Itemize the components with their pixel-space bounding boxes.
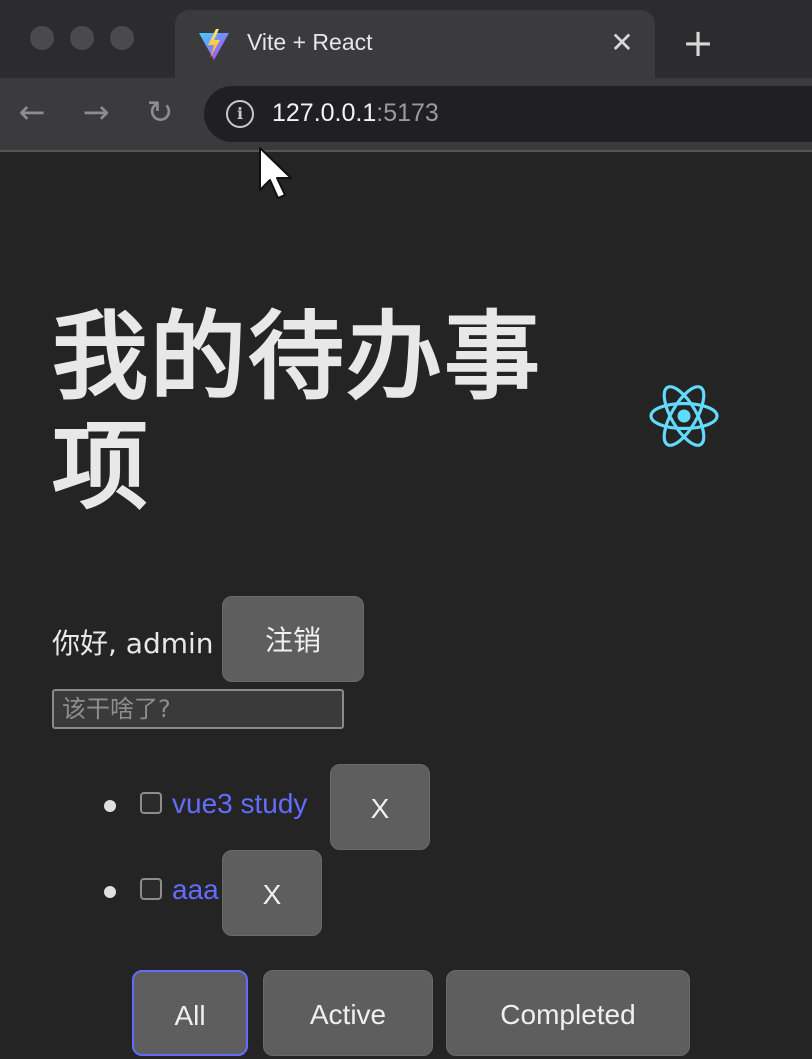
url-port: :5173 (376, 99, 439, 127)
url-text: 127.0.0.1:5173 (272, 99, 439, 128)
browser-titlebar: Vite + React ✕ + (0, 0, 812, 78)
mouse-cursor-icon (259, 147, 292, 199)
filter-active-button[interactable]: Active (263, 970, 433, 1056)
page-title: 我的待办事项 (52, 301, 542, 523)
page-content: 我的待办事项 你好, admin 注销 vue3 study X aaa X A… (0, 152, 812, 1058)
todo-text[interactable]: aaa (172, 874, 219, 906)
window-close-dot[interactable] (30, 26, 54, 50)
info-icon[interactable]: i (226, 100, 254, 128)
delete-todo-button[interactable]: X (222, 850, 322, 936)
reload-icon[interactable]: ↻ (140, 92, 180, 132)
back-arrow-icon[interactable]: ← (12, 92, 52, 132)
react-logo-icon (649, 385, 719, 447)
list-bullet (104, 886, 116, 898)
todo-checkbox[interactable] (140, 792, 162, 814)
logout-button[interactable]: 注销 (222, 596, 364, 682)
window-zoom-dot[interactable] (110, 26, 134, 50)
browser-tab[interactable]: Vite + React ✕ (175, 10, 655, 78)
todo-item: aaa X (0, 850, 812, 936)
plus-icon[interactable]: + (680, 24, 716, 62)
tab-title: Vite + React (247, 29, 373, 55)
url-host: 127.0.0.1 (272, 99, 377, 127)
filter-all-button[interactable]: All (132, 970, 248, 1056)
close-icon[interactable]: ✕ (607, 28, 637, 58)
filter-bar: All Active Completed (0, 970, 812, 1058)
filter-completed-button[interactable]: Completed (446, 970, 690, 1056)
todo-item: vue3 study X (0, 764, 812, 850)
address-bar[interactable]: i 127.0.0.1:5173 (204, 86, 812, 142)
forward-arrow-icon[interactable]: → (76, 92, 116, 132)
new-todo-input[interactable] (52, 689, 344, 729)
greeting-text: 你好, admin (52, 627, 214, 660)
browser-toolbar: ← → ↻ i 127.0.0.1:5173 (0, 78, 812, 152)
vite-logo-icon (199, 29, 229, 60)
delete-todo-button[interactable]: X (330, 764, 430, 850)
list-bullet (104, 800, 116, 812)
todo-checkbox[interactable] (140, 878, 162, 900)
window-minimize-dot[interactable] (70, 26, 94, 50)
todo-text[interactable]: vue3 study (172, 788, 307, 820)
